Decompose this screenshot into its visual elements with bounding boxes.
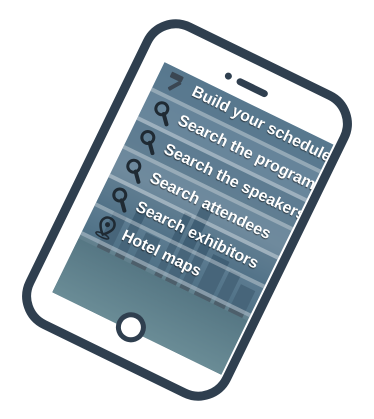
phone-body: Build your schedule Search the program S… — [10, 7, 364, 413]
app-menu: Build your schedule Search the program S… — [52, 62, 333, 375]
phone-screen: Build your schedule Search the program S… — [52, 62, 334, 375]
phone-illustration: Build your schedule Search the program S… — [10, 7, 364, 413]
front-camera — [223, 71, 234, 81]
hammer-icon — [167, 71, 184, 91]
speaker-slot — [235, 77, 270, 99]
